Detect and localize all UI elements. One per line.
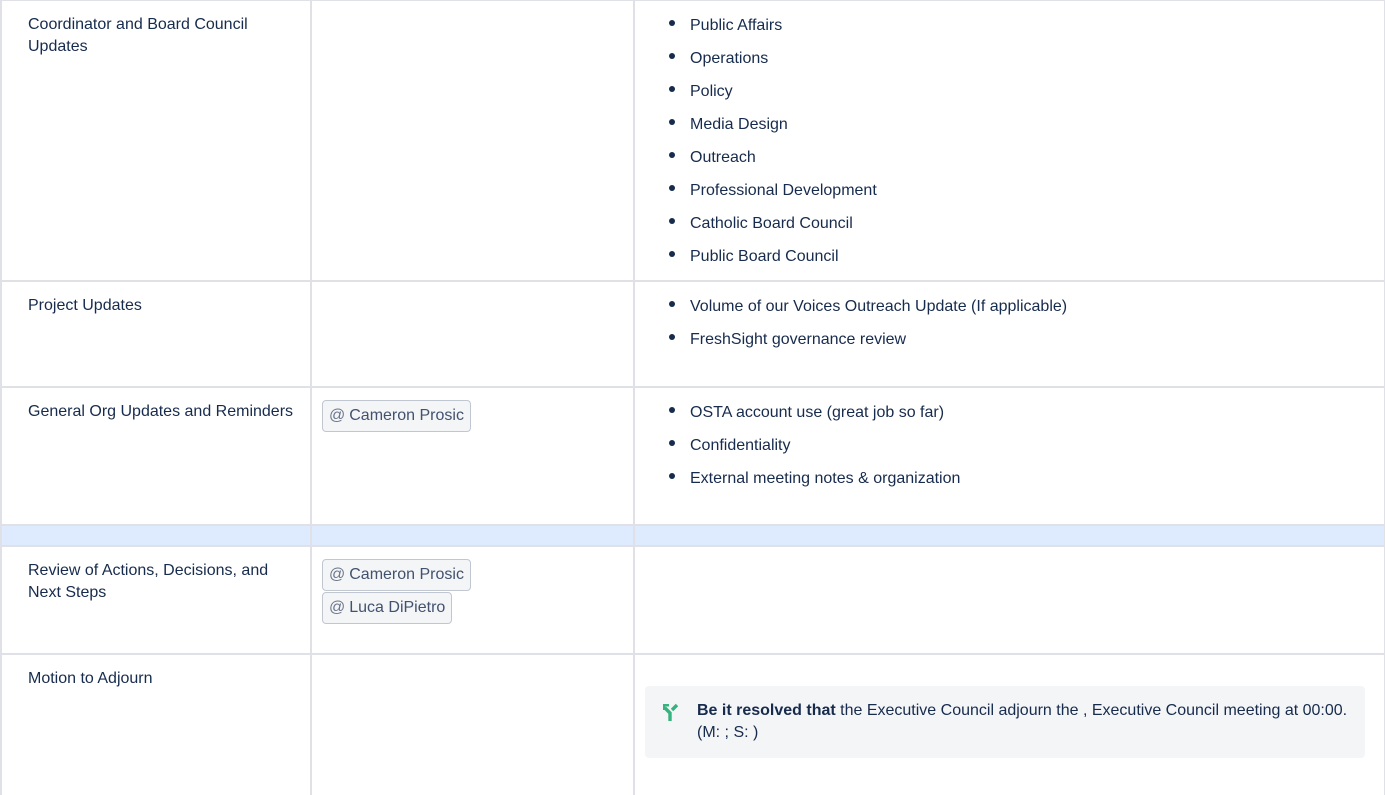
user-mention-luca-dipietro[interactable]: @ Luca DiPietro — [322, 592, 453, 624]
decision-branch-icon — [663, 703, 679, 721]
notes-cell: Be it resolved that the Executive Counci… — [633, 653, 1385, 795]
agenda-row-general-updates: General Org Updates and Reminders @ Camer… — [0, 386, 1385, 526]
empty-cell — [310, 524, 635, 547]
highlighted-empty-row — [0, 524, 1385, 547]
list-item: Public Board Council — [669, 246, 1384, 268]
notes-list: Public Affairs Operations Policy Media D… — [635, 1, 1384, 268]
resolution-lead: Be it resolved that — [697, 702, 836, 719]
agenda-table: Coordinator and Board Council Updates Pu… — [0, 0, 1385, 795]
list-item: FreshSight governance review — [669, 329, 1384, 351]
presenter-cell — [310, 0, 635, 282]
topic-cell: Motion to Adjourn — [0, 653, 312, 795]
list-item: Media Design — [669, 114, 1384, 136]
notes-cell: Volume of our Voices Outreach Update (If… — [633, 280, 1385, 388]
agenda-row-coordinator-updates: Coordinator and Board Council Updates Pu… — [0, 0, 1385, 282]
notes-cell — [633, 545, 1385, 655]
agenda-row-review-actions: Review of Actions, Decisions, and Next S… — [0, 545, 1385, 655]
topic-text: Project Updates — [28, 297, 142, 314]
topic-text: Review of Actions, Decisions, and Next S… — [28, 562, 269, 601]
topic-cell: Project Updates — [0, 280, 312, 388]
presenter-cell — [310, 280, 635, 388]
presenter-cell: @ Cameron Prosic — [310, 386, 635, 526]
user-mention-cameron-prosic[interactable]: @ Cameron Prosic — [322, 400, 471, 432]
empty-cell — [633, 524, 1385, 547]
list-item: Operations — [669, 48, 1384, 70]
empty-cell — [0, 524, 312, 547]
user-mention-cameron-prosic[interactable]: @ Cameron Prosic — [322, 559, 471, 591]
list-item: Volume of our Voices Outreach Update (If… — [669, 296, 1384, 318]
topic-text: General Org Updates and Reminders — [28, 403, 294, 420]
presenter-cell — [310, 653, 635, 795]
notes-cell: OSTA account use (great job so far) Conf… — [633, 386, 1385, 526]
list-item: OSTA account use (great job so far) — [669, 402, 1384, 424]
list-item: Professional Development — [669, 180, 1384, 202]
topic-cell: Review of Actions, Decisions, and Next S… — [0, 545, 312, 655]
topic-cell: General Org Updates and Reminders — [0, 386, 312, 526]
list-item: Public Affairs — [669, 15, 1384, 37]
mention-name: Cameron Prosic — [349, 407, 464, 424]
notes-list: OSTA account use (great job so far) Conf… — [635, 388, 1384, 490]
list-item: Catholic Board Council — [669, 213, 1384, 235]
mentions: @ Cameron Prosic @ Luca DiPietro — [312, 547, 633, 625]
topic-text: Coordinator and Board Council Updates — [28, 16, 248, 55]
topic-text: Motion to Adjourn — [28, 670, 153, 687]
topic-cell: Coordinator and Board Council Updates — [0, 0, 312, 282]
presenter-cell: @ Cameron Prosic @ Luca DiPietro — [310, 545, 635, 655]
at-icon: @ — [329, 407, 346, 424]
list-item: Outreach — [669, 147, 1384, 169]
mention-name: Luca DiPietro — [349, 599, 446, 616]
mention-name: Cameron Prosic — [349, 566, 464, 583]
notes-list: Volume of our Voices Outreach Update (If… — [635, 282, 1384, 351]
list-item: External meeting notes & organization — [669, 468, 1384, 490]
agenda-row-motion-to-adjourn: Motion to Adjourn Be it resolved that th… — [0, 653, 1385, 795]
list-item: Policy — [669, 81, 1384, 103]
agenda-row-project-updates: Project Updates Volume of our Voices Out… — [0, 280, 1385, 388]
list-item: Confidentiality — [669, 435, 1384, 457]
notes-cell: Public Affairs Operations Policy Media D… — [633, 0, 1385, 282]
mentions: @ Cameron Prosic — [312, 388, 633, 433]
at-icon: @ — [329, 599, 346, 616]
decision-panel: Be it resolved that the Executive Counci… — [645, 686, 1365, 758]
at-icon: @ — [329, 566, 346, 583]
